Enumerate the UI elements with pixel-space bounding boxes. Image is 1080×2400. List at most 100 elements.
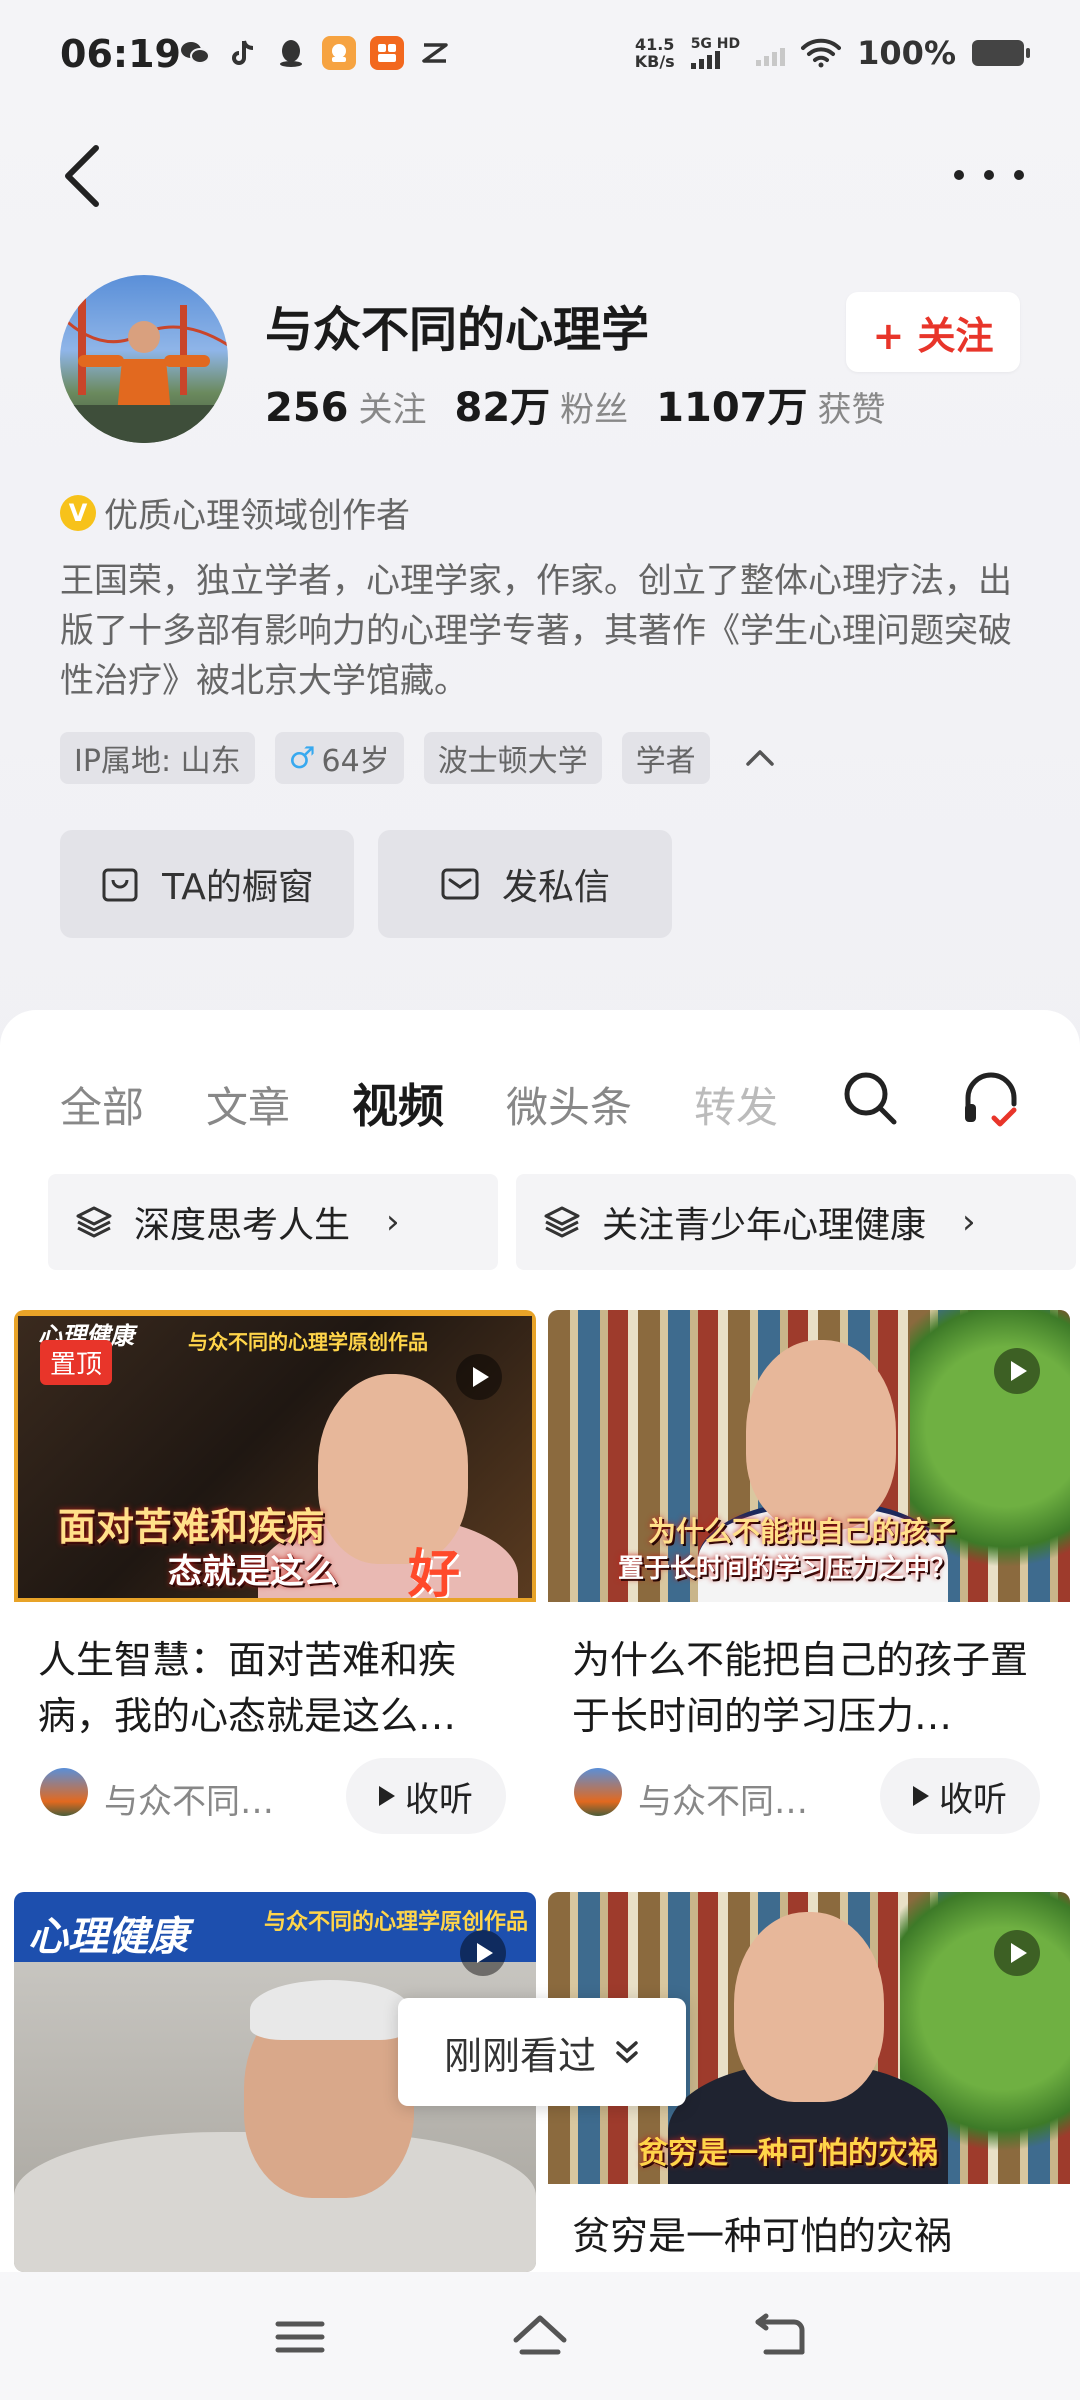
tag-ip-location: IP属地: 山东 bbox=[60, 732, 255, 784]
collection-item[interactable]: 深度思考人生 › bbox=[48, 1174, 498, 1270]
tag-role: 学者 bbox=[621, 732, 710, 784]
net-speed-value: 41.5 bbox=[634, 35, 675, 54]
shop-window-label: TA的橱窗 bbox=[162, 867, 314, 908]
play-icon bbox=[460, 1930, 506, 1976]
collection-list: 深度思考人生 › 关注青少年心理健康 › bbox=[48, 1174, 1076, 1270]
signal-label: 5G HD bbox=[690, 36, 741, 52]
back-nav-button[interactable] bbox=[750, 2312, 810, 2362]
listen-button[interactable]: 收听 bbox=[346, 1758, 506, 1834]
follow-button[interactable]: + 关注 bbox=[846, 292, 1020, 372]
tab-reposts[interactable]: 转发 bbox=[694, 1074, 778, 1135]
back-arrow-icon bbox=[65, 145, 99, 207]
tag-age: ♂ 64岁 bbox=[274, 732, 404, 784]
app-orange-icon bbox=[322, 36, 356, 70]
stat-fans[interactable]: 82万 粉丝 bbox=[455, 375, 629, 433]
stat-fans-count: 82万 bbox=[454, 385, 551, 431]
profile-avatar[interactable] bbox=[60, 275, 228, 443]
more-dot-icon bbox=[984, 170, 994, 180]
play-small-icon bbox=[913, 1786, 929, 1806]
status-bar: 06:19 41.5 KB/s 5G HD 100% bbox=[0, 0, 1080, 110]
author-avatar bbox=[40, 1768, 88, 1816]
stat-likes-label: 获赞 bbox=[817, 390, 886, 430]
chevron-double-down-icon bbox=[616, 2041, 638, 2064]
system-status: 41.5 KB/s 5G HD 100% bbox=[635, 34, 1030, 72]
menu-button[interactable] bbox=[270, 2312, 330, 2362]
thumb-tag-text: 心理健康 bbox=[28, 1914, 188, 1960]
collection-item[interactable]: 关注青少年心理健康 › bbox=[516, 1174, 1076, 1270]
layers-icon bbox=[544, 1206, 580, 1238]
thumb-person-face bbox=[734, 1912, 884, 2102]
author-name: 与众不同… bbox=[638, 1782, 808, 1822]
send-message-button[interactable]: 发私信 bbox=[378, 830, 672, 938]
profile-name: 与众不同的心理学 bbox=[265, 302, 650, 358]
tab-videos[interactable]: 视频 bbox=[352, 1070, 444, 1136]
shop-bag-icon bbox=[102, 868, 138, 902]
search-button[interactable] bbox=[840, 1068, 900, 1128]
content-tabs: 全部 文章 视频 微头条 转发 bbox=[60, 1070, 778, 1136]
wechat-icon bbox=[178, 36, 212, 70]
card-footer: 与众不同… 收听 bbox=[548, 1744, 1070, 1854]
message-icon bbox=[441, 868, 479, 900]
menu-icon bbox=[275, 2321, 325, 2353]
chevron-up-icon bbox=[745, 750, 774, 766]
stat-likes[interactable]: 1107万 获赞 bbox=[656, 375, 885, 433]
play-icon bbox=[994, 1930, 1040, 1976]
back-button[interactable] bbox=[56, 136, 116, 216]
video-title: 为什么不能把自己的孩子置于长时间的学习压力… bbox=[572, 1638, 1029, 1738]
listen-label: 收听 bbox=[405, 1779, 473, 1820]
thumb-caption: 贫穷是一种可怕的灾祸 bbox=[638, 2136, 938, 2171]
thumb-caption: 面对苦难和疾病 bbox=[58, 1505, 325, 1549]
profile-bio: 王国荣，独立学者，心理学家，作家。创立了整体心理疗法，出版了十多部有影响力的心理… bbox=[60, 561, 1012, 701]
thumb-caption: 态就是这么 bbox=[168, 1552, 338, 1592]
recently-viewed-button[interactable]: 刚刚看过 bbox=[398, 1998, 686, 2106]
chevron-right-icon: › bbox=[386, 1202, 400, 1242]
battery-percent: 100% bbox=[857, 34, 956, 72]
profile-tags: IP属地: 山东 ♂ 64岁 波士顿大学 学者 bbox=[60, 732, 790, 784]
status-time: 06:19 bbox=[60, 32, 181, 76]
thumb-caption: 为什么不能把自己的孩子 bbox=[648, 1515, 957, 1548]
qq-icon bbox=[274, 36, 308, 70]
verified-badge-icon: V bbox=[60, 494, 96, 531]
tab-all[interactable]: 全部 bbox=[60, 1074, 144, 1135]
app-red-icon bbox=[370, 36, 404, 70]
capcut-icon bbox=[418, 36, 452, 70]
audio-listen-button[interactable] bbox=[960, 1068, 1022, 1130]
shop-window-button[interactable]: TA的橱窗 bbox=[60, 830, 354, 938]
collapse-tags-button[interactable] bbox=[730, 732, 790, 784]
more-dot-icon bbox=[954, 170, 964, 180]
stat-fans-label: 粉丝 bbox=[560, 390, 629, 430]
stat-following-label: 关注 bbox=[358, 390, 427, 430]
home-icon bbox=[513, 2315, 567, 2355]
battery-icon bbox=[972, 40, 1030, 66]
video-thumbnail: 心理健康 与众不同的心理学原创作品 置顶 面对苦难和疾病 态就是这么 好 bbox=[14, 1310, 536, 1602]
network-speed: 41.5 KB/s bbox=[635, 36, 675, 70]
stat-following[interactable]: 256 关注 bbox=[265, 382, 427, 431]
more-dot-icon bbox=[1014, 170, 1024, 180]
tab-articles[interactable]: 文章 bbox=[206, 1074, 290, 1135]
recently-viewed-label: 刚刚看过 bbox=[443, 2033, 596, 2078]
chevron-right-icon: › bbox=[962, 1202, 976, 1242]
play-small-icon bbox=[379, 1786, 395, 1806]
more-options-button[interactable] bbox=[954, 150, 1024, 200]
collection-label: 深度思考人生 bbox=[134, 1205, 351, 1246]
home-button[interactable] bbox=[510, 2312, 570, 2362]
back-nav-icon bbox=[755, 2313, 805, 2355]
tag-age-label: 64岁 bbox=[321, 744, 390, 779]
video-title: 贫穷是一种可怕的灾祸 bbox=[572, 2214, 953, 2258]
card-footer: 与众不同… 收听 bbox=[14, 1744, 536, 1854]
net-speed-unit: KB/s bbox=[634, 52, 675, 71]
author-avatar bbox=[574, 1768, 622, 1816]
author-name: 与众不同… bbox=[104, 1782, 274, 1822]
thumb-source-text: 与众不同的心理学原创作品 bbox=[188, 1330, 428, 1354]
thumb-caption: 置于长时间的学习压力之中？ bbox=[618, 1554, 957, 1584]
tab-micro-posts[interactable]: 微头条 bbox=[506, 1074, 632, 1135]
pinned-badge: 置顶 bbox=[40, 1340, 113, 1385]
video-thumbnail: 为什么不能把自己的孩子 置于长时间的学习压力之中？ bbox=[548, 1310, 1070, 1602]
verified-creator: V 优质心理领域创作者 bbox=[60, 488, 410, 537]
stat-following-count: 256 bbox=[265, 385, 349, 431]
listen-button[interactable]: 收听 bbox=[880, 1758, 1040, 1834]
thumb-caption: 好 bbox=[408, 1545, 461, 1602]
profile-stats: 256 关注 82万 粉丝 1107万 获赞 bbox=[265, 375, 886, 433]
video-card[interactable]: 为什么不能把自己的孩子 置于长时间的学习压力之中？ 为什么不能把自己的孩子置于长… bbox=[548, 1310, 1070, 1880]
video-card[interactable]: 心理健康 与众不同的心理学原创作品 置顶 面对苦难和疾病 态就是这么 好 人生智… bbox=[14, 1310, 536, 1880]
